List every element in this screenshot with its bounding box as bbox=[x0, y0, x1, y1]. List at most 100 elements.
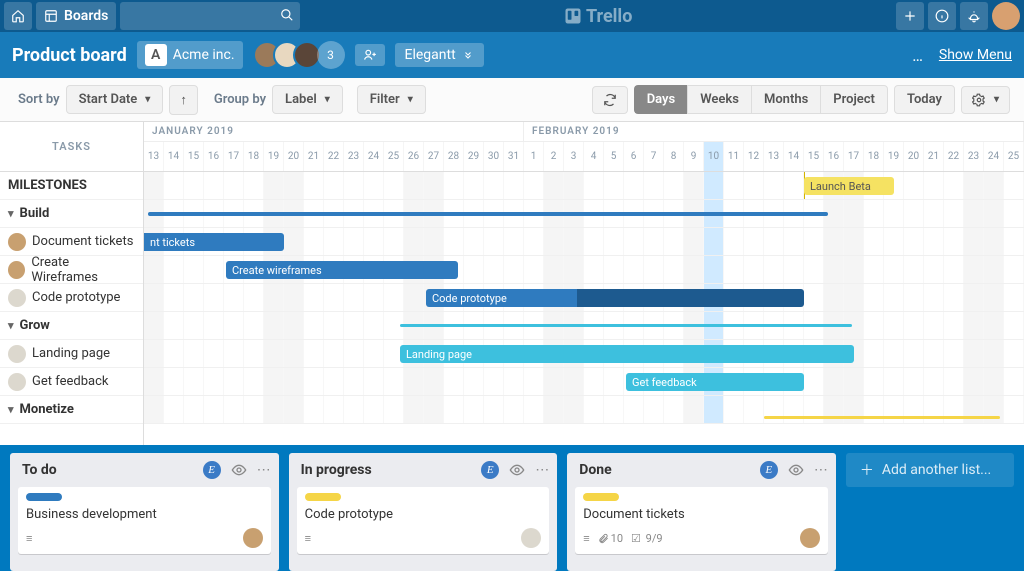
tasks-header: TASKS bbox=[0, 122, 143, 172]
add-button[interactable] bbox=[896, 2, 924, 30]
show-menu-button[interactable]: Show Menu bbox=[939, 47, 1012, 63]
row-landing[interactable]: Landing page bbox=[0, 340, 143, 368]
day-cell: 9 bbox=[684, 142, 704, 171]
invite-icon bbox=[363, 48, 377, 62]
powerup-button[interactable]: Elegantt bbox=[395, 43, 484, 67]
day-cell: 12 bbox=[744, 142, 764, 171]
day-cell: 11 bbox=[724, 142, 744, 171]
day-cell: 18 bbox=[864, 142, 884, 171]
row-code-proto[interactable]: Code prototype bbox=[0, 284, 143, 312]
day-cell: 7 bbox=[644, 142, 664, 171]
bar-grow-summary[interactable] bbox=[400, 324, 852, 327]
card-code-proto[interactable]: Code prototype ≡ bbox=[297, 487, 550, 554]
avatar bbox=[8, 289, 26, 307]
bar-monetize-summary[interactable] bbox=[764, 416, 1000, 419]
day-cell: 21 bbox=[924, 142, 944, 171]
org-badge[interactable]: A Acme inc. bbox=[137, 41, 243, 69]
view-days[interactable]: Days bbox=[634, 85, 688, 114]
boards-button[interactable]: Boards bbox=[36, 2, 116, 30]
day-cell: 26 bbox=[404, 142, 424, 171]
day-cell: 17 bbox=[844, 142, 864, 171]
list-title[interactable]: Done bbox=[575, 462, 760, 478]
refresh-button[interactable] bbox=[592, 86, 628, 114]
bar-nt-tickets[interactable]: nt tickets bbox=[144, 233, 284, 251]
plus-icon bbox=[903, 9, 917, 23]
notifications-button[interactable] bbox=[960, 2, 988, 30]
bar-landing[interactable]: Landing page bbox=[400, 345, 854, 363]
gantt-timeline[interactable]: JANUARY 2019 FEBRUARY 2019 1314151617181… bbox=[144, 122, 1024, 445]
user-avatar[interactable] bbox=[992, 2, 1020, 30]
card-business-dev[interactable]: Business development ≡ bbox=[18, 487, 271, 554]
day-cell: 14 bbox=[164, 142, 184, 171]
list-title[interactable]: In progress bbox=[297, 462, 482, 478]
home-button[interactable] bbox=[4, 2, 32, 30]
list-title[interactable]: To do bbox=[18, 462, 203, 478]
row-wireframes[interactable]: Create Wireframes bbox=[0, 256, 143, 284]
row-build[interactable]: ▾Build bbox=[0, 200, 143, 228]
day-cell: 1 bbox=[524, 142, 544, 171]
invite-button[interactable] bbox=[355, 44, 385, 66]
plus-icon: ＋ bbox=[860, 460, 874, 480]
logo-icon bbox=[564, 7, 582, 25]
view-weeks[interactable]: Weeks bbox=[687, 85, 751, 114]
day-cell: 16 bbox=[204, 142, 224, 171]
settings-button[interactable] bbox=[961, 86, 1010, 114]
bar-feedback[interactable]: Get feedback bbox=[626, 373, 804, 391]
chevron-down-icon: ▾ bbox=[8, 319, 14, 332]
elegantt-icon[interactable]: E bbox=[481, 461, 499, 479]
list-todo: To do E ⋯ Business development ≡ bbox=[10, 453, 279, 571]
search-wrap bbox=[120, 2, 300, 30]
list-menu-button[interactable]: ⋯ bbox=[257, 462, 271, 478]
bar-code-proto[interactable]: Code prototype bbox=[426, 289, 804, 307]
row-monetize[interactable]: ▾Monetize bbox=[0, 396, 143, 424]
sort-direction-button[interactable]: ↑ bbox=[169, 85, 198, 115]
day-cell: 15 bbox=[184, 142, 204, 171]
filter-dropdown[interactable]: Filter bbox=[357, 85, 426, 114]
day-cell: 4 bbox=[584, 142, 604, 171]
row-feedback[interactable]: Get feedback bbox=[0, 368, 143, 396]
list-menu-button[interactable]: ⋯ bbox=[814, 462, 828, 478]
gantt-body: Launch Beta nt tickets Create wireframes… bbox=[144, 172, 1024, 424]
watch-icon[interactable] bbox=[788, 462, 804, 478]
chevron-down-icon: ▾ bbox=[8, 403, 14, 416]
watch-icon[interactable] bbox=[231, 462, 247, 478]
elegantt-icon[interactable]: E bbox=[760, 461, 778, 479]
day-cell: 18 bbox=[244, 142, 264, 171]
chevron-down-icon: ▾ bbox=[8, 207, 14, 220]
view-months[interactable]: Months bbox=[751, 85, 820, 114]
board-lists: To do E ⋯ Business development ≡ In prog… bbox=[0, 445, 1024, 571]
row-doc-tickets[interactable]: Document tickets bbox=[0, 228, 143, 256]
row-milestones[interactable]: MILESTONES bbox=[0, 172, 143, 200]
list-menu-button[interactable]: ⋯ bbox=[535, 462, 549, 478]
row-grow[interactable]: ▾Grow bbox=[0, 312, 143, 340]
day-cell: 28 bbox=[444, 142, 464, 171]
bar-build-summary[interactable] bbox=[148, 212, 828, 216]
add-list-button[interactable]: ＋ Add another list... bbox=[846, 453, 1014, 487]
day-cell: 20 bbox=[284, 142, 304, 171]
sort-value-dropdown[interactable]: Start Date bbox=[66, 85, 164, 114]
board-header: Product board A Acme inc. 3 Elegantt … S… bbox=[0, 32, 1024, 78]
trello-logo[interactable]: Trello bbox=[304, 6, 892, 27]
day-cell: 15 bbox=[804, 142, 824, 171]
avatar bbox=[8, 261, 25, 279]
day-cell: 10 bbox=[704, 142, 724, 171]
gear-icon bbox=[972, 93, 986, 107]
elegantt-icon[interactable]: E bbox=[203, 461, 221, 479]
bar-wireframes[interactable]: Create wireframes bbox=[226, 261, 458, 279]
card-title: Business development bbox=[26, 507, 263, 522]
search-input[interactable] bbox=[120, 2, 300, 30]
group-value-dropdown[interactable]: Label bbox=[272, 85, 343, 114]
member-stack[interactable]: 3 bbox=[253, 41, 345, 69]
view-project[interactable]: Project bbox=[820, 85, 888, 114]
today-button[interactable]: Today bbox=[894, 85, 955, 114]
month-jan: JANUARY 2019 bbox=[144, 122, 524, 141]
card-label bbox=[583, 493, 619, 501]
info-button[interactable] bbox=[928, 2, 956, 30]
org-letter: A bbox=[145, 44, 167, 66]
month-row: JANUARY 2019 FEBRUARY 2019 bbox=[144, 122, 1024, 142]
card-doc-tickets[interactable]: Document tickets ≡ 10 ☑ 9/9 bbox=[575, 487, 828, 554]
day-cell: 27 bbox=[424, 142, 444, 171]
refresh-icon bbox=[603, 93, 617, 107]
bar-launch-beta[interactable]: Launch Beta bbox=[804, 177, 894, 195]
watch-icon[interactable] bbox=[509, 462, 525, 478]
